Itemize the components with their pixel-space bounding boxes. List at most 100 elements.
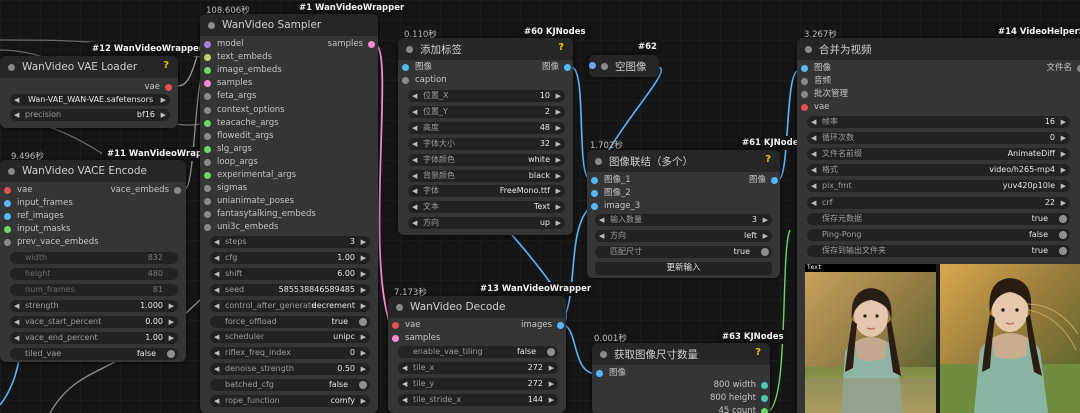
slot-dot-icon[interactable]	[761, 395, 768, 402]
widget-tile-y[interactable]: ◀ tile_y 272 ▶	[398, 378, 558, 390]
update-inputs-button[interactable]: 更新输入	[595, 262, 772, 275]
arrow-left-icon[interactable]: ◀	[412, 122, 417, 134]
input-slot[interactable]: flowedit_args	[204, 130, 273, 143]
widget-[interactable]: ◀ 高度 48 ▶	[408, 121, 565, 134]
arrow-left-icon[interactable]: ◀	[412, 138, 417, 150]
node-header[interactable]: 添加标签?	[398, 38, 573, 60]
widget-tile-stride-x[interactable]: ◀ tile_stride_x 144 ▶	[398, 394, 558, 406]
decode-node[interactable]: WanVideo Decode images vae samples enable_…	[388, 296, 566, 413]
input-slot[interactable]: context_options	[204, 104, 285, 117]
widget-cfg[interactable]: ◀ cfg 1.00 ▶	[210, 251, 370, 264]
widget-enable-vae-tiling[interactable]: enable_vae_tiling false	[398, 346, 558, 358]
arrow-right-icon[interactable]: ▶	[169, 316, 174, 328]
slot-dot-icon[interactable]	[204, 119, 211, 127]
input-slot[interactable]: vae	[4, 184, 32, 197]
slot-dot-icon[interactable]	[204, 185, 211, 193]
toggle-knob-icon[interactable]	[547, 348, 555, 356]
arrow-left-icon[interactable]: ◀	[402, 378, 407, 390]
collapse-dot-icon[interactable]	[600, 350, 607, 358]
input-slot[interactable]: input_masks	[4, 223, 70, 236]
arrow-right-icon[interactable]: ▶	[556, 138, 561, 150]
input-slot[interactable]: 批次管理	[801, 88, 848, 101]
output-vae[interactable]: vae	[145, 81, 172, 94]
slot-dot-icon[interactable]	[204, 172, 211, 179]
add-label-node[interactable]: 添加标签? 图像 caption 图像 ◀ 位置_X 10 ▶ ◀ 位置_Y 2 ▶ ◀ 高度 48…	[398, 38, 573, 235]
arrow-right-icon[interactable]: ▶	[763, 214, 768, 226]
node-header[interactable]: WanVideo VAE Loader?	[0, 56, 178, 78]
input-image[interactable]: 图像	[402, 61, 432, 74]
slot-dot-icon[interactable]	[4, 239, 11, 246]
arrow-right-icon[interactable]: ▶	[361, 395, 366, 407]
arrow-left-icon[interactable]: ◀	[214, 363, 219, 375]
slot-dot-icon[interactable]	[591, 177, 598, 184]
widget-[interactable]: ◀ 字体颜色 white ▶	[408, 153, 565, 166]
arrow-left-icon[interactable]: ◀	[412, 154, 417, 166]
widget-control-after-generate[interactable]: ◀ control_after_generate decrement ▶	[210, 299, 370, 312]
collapse-dot-icon[interactable]	[8, 63, 15, 71]
arrow-left-icon[interactable]: ◀	[811, 148, 816, 160]
toggle-knob-icon[interactable]	[1059, 230, 1067, 239]
output-image[interactable]: 图像	[542, 61, 571, 74]
toggle-knob-icon[interactable]	[1059, 214, 1067, 223]
toggle-knob-icon[interactable]	[761, 248, 769, 256]
image-size-node[interactable]: 获取图像尺寸数量? 图像 800 width 800 height 45 count	[592, 343, 770, 413]
slot-dot-icon[interactable]	[204, 145, 211, 153]
slot-dot-icon[interactable]	[204, 80, 211, 88]
arrow-right-icon[interactable]: ▶	[549, 378, 554, 390]
input-slot[interactable]: ref_images	[4, 210, 64, 223]
slot-dot-icon[interactable]	[204, 198, 211, 206]
arrow-right-icon[interactable]: ▶	[1061, 132, 1066, 144]
slot-dot-icon[interactable]	[4, 187, 11, 194]
arrow-right-icon[interactable]: ▶	[361, 331, 366, 343]
input-slot[interactable]: unianimate_poses	[204, 195, 294, 208]
slot-dot-icon[interactable]	[771, 177, 778, 184]
arrow-left-icon[interactable]: ◀	[214, 300, 219, 312]
slot-dot-icon[interactable]	[392, 335, 399, 342]
output-samples[interactable]: samples	[328, 38, 375, 51]
arrow-left-icon[interactable]: ◀	[14, 94, 19, 106]
collapse-dot-icon[interactable]	[805, 45, 812, 53]
arrow-right-icon[interactable]: ▶	[361, 236, 366, 248]
node-header[interactable]: WanVideo Sampler	[200, 14, 378, 36]
node-header[interactable]: WanVideo Decode	[388, 296, 566, 318]
widget-strength[interactable]: ◀ strength 1.000 ▶	[10, 300, 178, 312]
arrow-right-icon[interactable]: ▶	[556, 106, 561, 118]
widget-rope-function[interactable]: ◀ rope_function comfy ▶	[210, 395, 370, 407]
widget-[interactable]: ◀ 循环次数 0 ▶	[807, 132, 1070, 145]
input-slot[interactable]: feta_args	[204, 90, 256, 103]
arrow-left-icon[interactable]: ◀	[14, 332, 19, 344]
slot-dot-icon[interactable]	[557, 322, 564, 329]
precision-select[interactable]: ◀ precision bf16 ▶	[10, 109, 170, 121]
arrow-right-icon[interactable]: ▶	[556, 122, 561, 134]
widget-[interactable]: ◀ 字体 FreeMono.ttf ▶	[408, 185, 565, 198]
arrow-right-icon[interactable]: ▶	[361, 284, 366, 296]
widget-[interactable]: ◀ 格式 video/h265-mp4 ▶	[807, 164, 1070, 177]
widget-tiled-vae[interactable]: tiled_vae false	[10, 348, 178, 360]
arrow-left-icon[interactable]: ◀	[599, 230, 604, 242]
slot-dot-icon[interactable]	[204, 211, 211, 219]
input-slot[interactable]: experimental_args	[204, 169, 296, 182]
arrow-right-icon[interactable]: ▶	[549, 394, 554, 406]
arrow-left-icon[interactable]: ◀	[811, 116, 816, 128]
arrow-left-icon[interactable]: ◀	[412, 106, 417, 118]
slot-dot-icon[interactable]	[801, 65, 808, 72]
input-slot[interactable]: fantasytalking_embeds	[204, 208, 316, 221]
arrow-right-icon[interactable]: ▶	[361, 363, 366, 375]
vace-encode-node[interactable]: WanVideo VACE Encode vace_embeds vae inpu…	[0, 160, 186, 362]
slot-dot-icon[interactable]	[761, 382, 768, 389]
arrow-left-icon[interactable]: ◀	[14, 316, 19, 328]
input-slot[interactable]: prev_vace_embeds	[4, 236, 99, 249]
widget-[interactable]: ◀ 文件名前缀 AnimateDiff ▶	[807, 148, 1070, 161]
arrow-left-icon[interactable]: ◀	[214, 331, 219, 343]
input-slot[interactable]: 图像_2	[591, 187, 631, 200]
output-vace-embeds[interactable]: vace_embeds	[111, 184, 181, 197]
arrow-right-icon[interactable]: ▶	[161, 109, 166, 121]
arrow-right-icon[interactable]: ▶	[169, 332, 174, 344]
widget-y[interactable]: ◀ 位置_Y 2 ▶	[408, 105, 565, 118]
help-icon[interactable]: ?	[765, 154, 771, 165]
slot-dot-icon[interactable]	[801, 104, 808, 111]
arrow-right-icon[interactable]: ▶	[1061, 148, 1066, 160]
arrow-right-icon[interactable]: ▶	[556, 217, 561, 229]
arrow-left-icon[interactable]: ◀	[412, 185, 417, 197]
slot-dot-icon[interactable]	[402, 64, 409, 71]
